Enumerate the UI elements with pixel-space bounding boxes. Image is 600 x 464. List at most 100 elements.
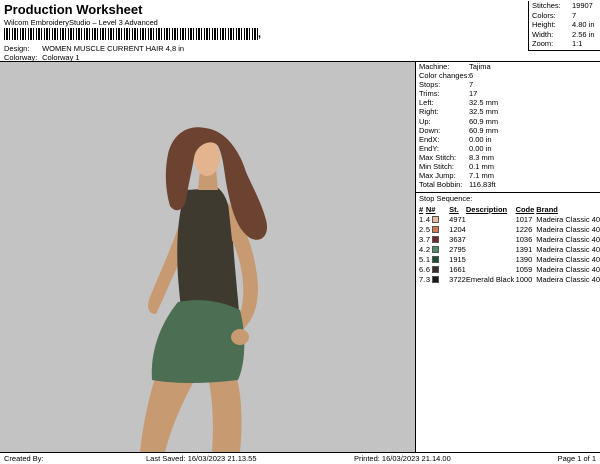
color-swatch xyxy=(432,266,440,274)
needle-number: 2 xyxy=(425,244,431,254)
design-value: WOMEN MUSCLE CURRENT HAIR 4,8 in xyxy=(42,44,185,53)
info-value: 116.83ft xyxy=(469,180,496,190)
stitch-count: 4971 xyxy=(449,214,466,224)
stitch-count: 1204 xyxy=(449,224,466,234)
info-value: 7.1 mm xyxy=(469,171,495,181)
color-swatch xyxy=(432,216,440,224)
figure-skirt xyxy=(151,300,245,383)
stat-row: Stitches: 19907 xyxy=(532,1,600,11)
col-header: N# xyxy=(425,204,436,214)
info-label: EndY: xyxy=(419,143,440,153)
figure-back-arm xyxy=(148,222,182,314)
stop-sequence-table: # N# St. Description Code Brand 1. 4 4971… xyxy=(416,204,600,284)
info-value: 6 xyxy=(469,71,474,81)
stat-row: Height: 4.80 in xyxy=(532,20,600,30)
info-value: 32.5 mm xyxy=(469,107,499,117)
design-row: Design: WOMEN MUSCLE CURRENT HAIR 4,8 in xyxy=(4,44,184,53)
stop-sequence-title: Stop Sequence: xyxy=(416,192,600,204)
thread-description xyxy=(466,214,516,224)
table-header-row: # N# St. Description Code Brand xyxy=(416,204,600,214)
stat-label: Zoom: xyxy=(532,39,554,48)
info-row: Up: 60.9 mm xyxy=(416,117,600,126)
info-value: 0.00 in xyxy=(469,143,492,153)
stat-value: 1:1 xyxy=(572,39,583,48)
info-row: Right: 32.5 mm xyxy=(416,107,600,116)
stat-row: Colors: 7 xyxy=(532,11,600,21)
stat-label: Height: xyxy=(532,20,556,29)
info-value: 17 xyxy=(469,89,478,99)
color-swatch xyxy=(432,246,440,254)
needle-cell: 2 xyxy=(426,244,449,254)
col-header: # xyxy=(419,204,424,214)
info-label: Max Jump: xyxy=(419,171,456,181)
footer: Created By: Last Saved: 16/03/2023 21.13… xyxy=(0,452,600,464)
thread-code: 1391 xyxy=(515,244,533,254)
info-label: Max Stitch: xyxy=(419,152,457,162)
info-label: Machine: xyxy=(419,62,450,71)
stop-index: 6. xyxy=(419,264,426,274)
color-swatch xyxy=(432,276,440,284)
info-row: EndX: 0.00 in xyxy=(416,135,600,144)
color-swatch xyxy=(432,256,440,264)
info-row: Trims: 17 xyxy=(416,89,600,98)
info-label: Down: xyxy=(419,125,441,135)
table-row: 2. 5 1204 1226 Madeira Classic 40 xyxy=(416,224,600,234)
info-row: Min Stitch: 0.1 mm xyxy=(416,162,600,171)
needle-cell: 6 xyxy=(426,264,449,274)
needle-cell: 3 xyxy=(426,274,449,284)
thread-description xyxy=(466,264,516,274)
table-row: 3. 7 3637 1036 Madeira Classic 40 xyxy=(416,234,600,244)
info-label: Right: xyxy=(419,107,439,117)
info-row: Down: 60.9 mm xyxy=(416,126,600,135)
info-value: 0.00 in xyxy=(469,134,492,144)
needle-number: 3 xyxy=(425,274,431,284)
printed-date: Printed: 16/03/2023 21.14.00 xyxy=(354,454,451,463)
stat-row: Width: 2.56 in xyxy=(532,30,600,40)
thread-brand: Madeira Classic 40 xyxy=(536,254,600,264)
stat-label: Stitches: xyxy=(532,1,561,10)
thread-description xyxy=(466,254,516,264)
needle-number: 1 xyxy=(425,254,431,264)
needle-number: 4 xyxy=(425,214,431,224)
thread-brand: Madeira Classic 40 xyxy=(536,244,600,254)
thread-code: 1017 xyxy=(515,214,533,224)
thread-code: 1226 xyxy=(515,224,533,234)
info-value: 7 xyxy=(469,80,474,90)
thread-code: 1059 xyxy=(515,264,533,274)
info-value: 32.5 mm xyxy=(469,98,499,108)
needle-cell: 1 xyxy=(426,254,449,264)
stat-value: 7 xyxy=(572,10,577,20)
stat-label: Width: xyxy=(532,29,554,39)
thread-brand: Madeira Classic 40 xyxy=(536,224,600,234)
thread-brand: Madeira Classic 40 xyxy=(536,234,600,244)
stitch-count: 1661 xyxy=(449,264,466,274)
table-row: 6. 6 1661 1059 Madeira Classic 40 xyxy=(416,264,600,274)
design-preview xyxy=(0,61,416,452)
needle-cell: 7 xyxy=(426,234,449,244)
thread-code: 1036 xyxy=(515,234,533,244)
needle-cell: 5 xyxy=(426,224,449,234)
page-number: Page 1 of 1 xyxy=(557,454,596,463)
col-header: St. xyxy=(449,204,459,214)
stitch-count: 3722 xyxy=(449,274,466,284)
stop-index: 3. xyxy=(419,234,426,244)
color-swatch xyxy=(432,226,440,234)
stitch-count: 1915 xyxy=(449,254,466,264)
needle-number: 7 xyxy=(425,234,431,244)
worksheet-title: Production Worksheet xyxy=(4,2,143,17)
embroidery-figure xyxy=(140,127,268,452)
info-row: EndY: 0.00 in xyxy=(416,144,600,153)
stop-index: 1. xyxy=(419,214,426,224)
needle-number: 6 xyxy=(425,264,431,274)
info-row: Max Stitch: 8.3 mm xyxy=(416,153,600,162)
stop-index: 2. xyxy=(419,224,426,234)
last-saved: Last Saved: 16/03/2023 21.13.55 xyxy=(146,454,257,463)
info-label: EndX: xyxy=(419,134,440,144)
info-row: Stops: 7 xyxy=(416,80,600,89)
thread-description xyxy=(466,224,516,234)
info-label: Up: xyxy=(419,116,431,126)
thread-code: 1390 xyxy=(515,254,533,264)
thread-description xyxy=(466,234,516,244)
info-value: 60.9 mm xyxy=(469,125,499,135)
info-label: Color changes: xyxy=(419,71,470,81)
